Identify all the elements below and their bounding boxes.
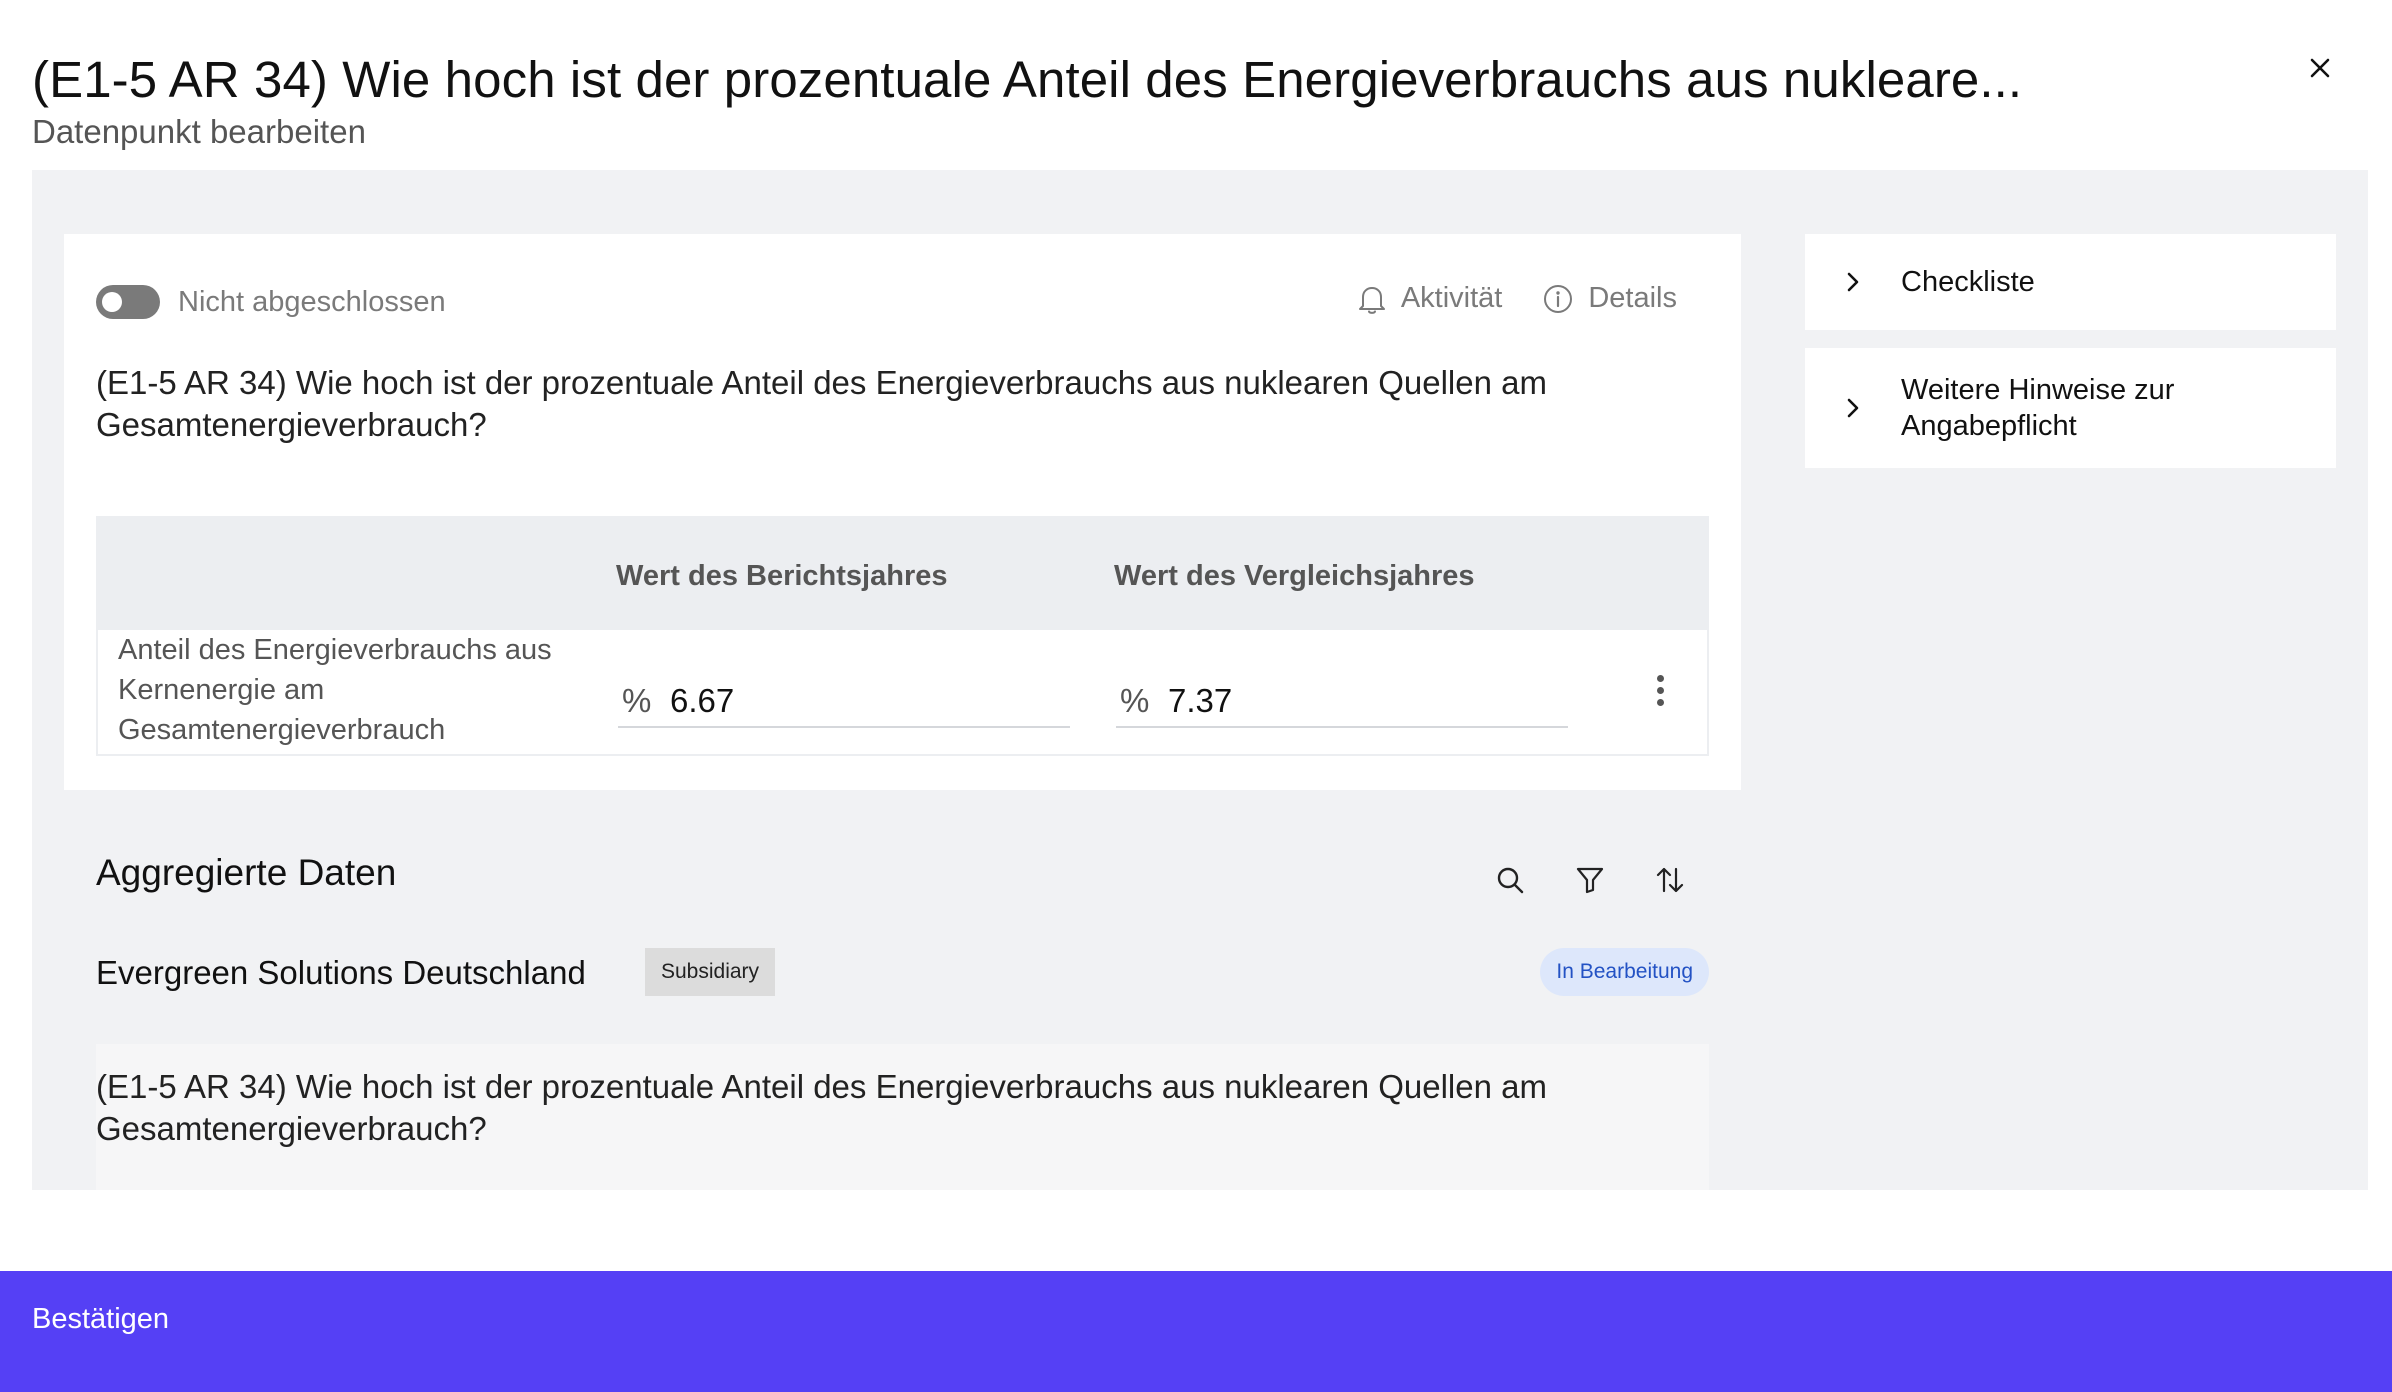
reporting-unit: % (622, 682, 652, 719)
details-button[interactable]: Details (1542, 282, 1677, 315)
toggle-knob (102, 292, 122, 312)
activity-label: Aktivität (1400, 282, 1503, 314)
sort-icon (1656, 867, 1684, 893)
disclosure-hints-label: Weitere Hinweise zur Angabepflicht (1901, 374, 2175, 442)
checklist-accordion[interactable]: Checkliste (1805, 234, 2336, 330)
filter-button[interactable] (1570, 860, 1610, 900)
content-area: Nicht abgeschlossen Aktivität Details (E… (32, 170, 2368, 1190)
question-text: (E1-5 AR 34) Wie hoch ist der prozentual… (96, 364, 1547, 443)
more-vertical-icon (1656, 674, 1664, 682)
details-label: Details (1588, 282, 1677, 314)
values-table: Wert des Berichtsjahres Wert des Verglei… (96, 516, 1709, 756)
close-icon (2310, 58, 2330, 78)
table-header: Wert des Berichtsjahres Wert des Verglei… (98, 518, 1707, 630)
close-button[interactable] (2300, 48, 2340, 88)
info-icon (1544, 284, 1573, 313)
card-actions: Aktivität Details (1357, 282, 1677, 315)
chevron-right-icon (1839, 268, 1867, 296)
chevron-right-icon (1839, 394, 1867, 422)
footer-bar: Bestätigen (0, 1271, 2392, 1392)
reporting-value-input[interactable]: 6.67 (670, 682, 734, 720)
completion-status: Nicht abgeschlossen (96, 284, 446, 320)
entity-type-badge: Subsidiary (645, 948, 776, 996)
entity-name: Evergreen Solutions Deutschland (96, 954, 586, 991)
disclosure-hints-accordion[interactable]: Weitere Hinweise zur Angabepflicht (1805, 348, 2336, 468)
side-panel: Checkliste Weitere Hinweise zur Angabepf… (1805, 234, 2336, 468)
search-icon (1497, 867, 1524, 894)
confirm-button[interactable]: Bestätigen (32, 1303, 169, 1336)
row-menu-button[interactable] (1646, 670, 1674, 710)
comparison-year-field[interactable]: % 7.37 (1116, 676, 1568, 728)
column-header-reporting-year: Wert des Berichtsjahres (616, 560, 948, 592)
status-badge: In Bearbeitung (1540, 948, 1709, 996)
row-label: Anteil des Energieverbrauchs aus Kernene… (118, 634, 552, 746)
activity-button[interactable]: Aktivität (1357, 282, 1503, 315)
column-header-comparison-year: Wert des Vergleichsjahres (1114, 560, 1475, 592)
table-row: Anteil des Energieverbrauchs aus Kernene… (98, 630, 1707, 754)
entity-row[interactable]: Evergreen Solutions Deutschland Subsidia… (96, 948, 1709, 998)
bell-icon (1358, 286, 1385, 314)
dialog-title: (E1-5 AR 34) Wie hoch ist der prozentual… (32, 51, 2023, 108)
aggregated-tools (1490, 860, 1690, 900)
datapoint-card: Nicht abgeschlossen Aktivität Details (E… (64, 234, 1741, 790)
reporting-year-field[interactable]: % 6.67 (618, 676, 1070, 728)
dialog-header: (E1-5 AR 34) Wie hoch ist der prozentual… (32, 44, 2332, 154)
entity-question-text: (E1-5 AR 34) Wie hoch ist der prozentual… (96, 1068, 1547, 1147)
sort-button[interactable] (1650, 860, 1690, 900)
comparison-unit: % (1120, 682, 1150, 719)
dialog-subtitle: Datenpunkt bearbeiten (32, 113, 366, 150)
completion-status-label: Nicht abgeschlossen (178, 285, 446, 318)
aggregated-data-title: Aggregierte Daten (96, 852, 397, 893)
search-button[interactable] (1490, 860, 1530, 900)
entity-question-card: (E1-5 AR 34) Wie hoch ist der prozentual… (96, 1044, 1709, 1190)
checklist-label: Checkliste (1901, 266, 2035, 298)
comparison-value-input[interactable]: 7.37 (1168, 682, 1232, 720)
filter-icon (1576, 867, 1604, 894)
completion-toggle[interactable] (96, 285, 160, 319)
